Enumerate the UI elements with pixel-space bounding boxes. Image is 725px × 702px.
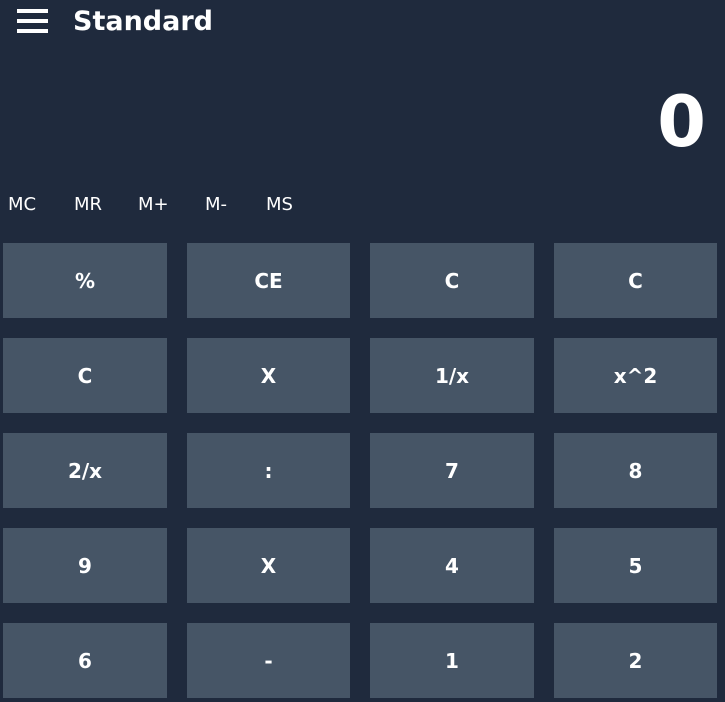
clear-key[interactable]: C	[3, 338, 167, 413]
memory-add-button[interactable]: M+	[138, 190, 169, 220]
digit-5-key[interactable]: 5	[554, 528, 717, 603]
two-over-x-key[interactable]: 2/x	[3, 433, 167, 508]
memory-clear-button[interactable]: MC	[8, 190, 36, 220]
multiply-key[interactable]: X	[187, 528, 350, 603]
square-key[interactable]: x^2	[554, 338, 717, 413]
clear-key[interactable]: C	[370, 243, 534, 318]
clear-key[interactable]: C	[554, 243, 717, 318]
digit-2-key[interactable]: 2	[554, 623, 717, 698]
clear-entry-key[interactable]: CE	[187, 243, 350, 318]
hamburger-menu-icon[interactable]	[17, 9, 48, 33]
memory-store-button[interactable]: MS	[266, 190, 293, 220]
digit-4-key[interactable]: 4	[370, 528, 534, 603]
digit-9-key[interactable]: 9	[3, 528, 167, 603]
memory-subtract-button[interactable]: M-	[205, 190, 227, 220]
divide-key[interactable]: :	[187, 433, 350, 508]
keypad: % CE C C C X 1/x x^2 2/x : 7 8 9 X 4 5 6…	[3, 243, 717, 698]
percent-key[interactable]: %	[3, 243, 167, 318]
subtract-key[interactable]: -	[187, 623, 350, 698]
memory-recall-button[interactable]: MR	[74, 190, 102, 220]
mode-title: Standard	[73, 6, 213, 37]
digit-6-key[interactable]: 6	[3, 623, 167, 698]
digit-8-key[interactable]: 8	[554, 433, 717, 508]
multiply-key[interactable]: X	[187, 338, 350, 413]
calculator-app: Standard 0 MC MR M+ M- MS % CE C C C X 1…	[0, 0, 725, 702]
result-display: 0	[657, 81, 706, 163]
reciprocal-key[interactable]: 1/x	[370, 338, 534, 413]
digit-1-key[interactable]: 1	[370, 623, 534, 698]
digit-7-key[interactable]: 7	[370, 433, 534, 508]
